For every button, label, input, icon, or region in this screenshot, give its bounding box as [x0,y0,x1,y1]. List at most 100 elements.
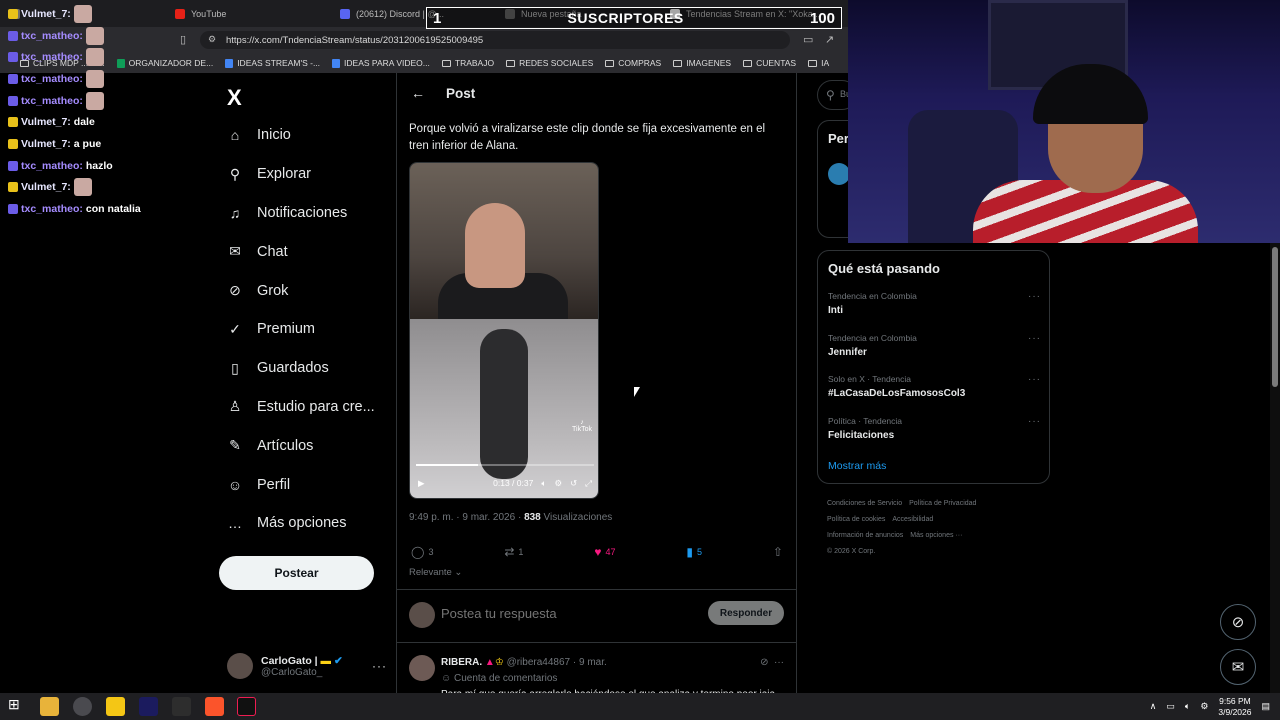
footer-links: Condiciones de Servicio Política de Priva… [827,496,1037,560]
scrollbar[interactable] [1270,243,1280,693]
video-player[interactable]: ♪ TikTok ▶ 0:13 / 0:37 🔈︎ ⚙ ↺ ⤢ [409,162,599,499]
person-icon: ☺ [227,476,243,493]
share-action[interactable]: ⇧ [773,545,783,559]
page-title: Post [446,86,476,101]
sidebar-item-chat[interactable]: ✉ Chat [227,232,375,271]
repost-action[interactable]: ⇄ 1 [504,545,523,559]
footer-link[interactable]: Política de Privacidad [909,500,976,507]
fullscreen-icon[interactable]: ⤢ [585,478,592,489]
site-info-icon[interactable]: ⚙ [208,34,216,45]
premiere-icon[interactable] [139,697,158,716]
verified-icon: ✓ [229,320,241,337]
messages-fab[interactable]: ✉ [1220,649,1256,685]
capcut-icon[interactable] [172,697,191,716]
chat-username: txc_matheo: [21,29,83,42]
play-icon[interactable]: ▶ [418,478,425,489]
volume-icon[interactable]: 🔈︎ [1185,701,1190,712]
trend-item[interactable]: Política · Tendencia Felicitaciones ··· [828,416,1041,452]
avatar [227,653,253,679]
footer-link[interactable]: Accesibilidad [892,516,933,523]
bookmark-item[interactable]: IMAGENES [673,58,731,68]
bookmark-item[interactable]: IDEAS PARA VIDEO... [332,58,430,68]
chat-text: dale [73,116,95,129]
settings-icon[interactable]: ⚙ [554,478,562,489]
reply-action[interactable]: ◯ 3 [411,545,433,559]
bookmark-action[interactable]: ▮ 5 [686,545,702,559]
like-action[interactable]: ♥ 47 [594,545,615,559]
sort-dropdown[interactable]: Relevante ⌄ [409,567,462,578]
sidebar-item-ms[interactable]: … Más opciones [227,504,375,543]
footer-link[interactable]: © 2026 X Corp. [827,548,875,555]
clock[interactable]: 9:56 PM 3/9/2026 [1218,696,1251,718]
bookmark-item[interactable]: TRABAJO [441,58,494,68]
reply-menu[interactable]: ⊘ ··· [760,657,784,668]
avatar[interactable] [828,163,850,185]
more-icon[interactable]: ··· [1028,291,1041,302]
sidebar-item-label: Grok [257,282,289,299]
trend-item[interactable]: Solo en X · Tendencia #LaCasaDeLosFamosos… [828,374,1041,410]
url-field[interactable]: ⚙ https://x.com/TndenciaStream/status/20… [200,31,790,49]
sidebar-item-explorar[interactable]: ⚲ Explorar [227,155,375,194]
bookmark-item[interactable]: IDEAS STREAM'S -... [225,58,320,68]
sidebar-item-notificaciones[interactable]: ♫ Notificaciones [227,194,375,233]
more-icon[interactable]: ··· [1028,416,1041,427]
file-explorer-icon[interactable] [40,697,59,716]
tab-favicon-icon [340,8,350,19]
network-icon[interactable]: ▭ [1166,701,1175,712]
trend-name: #LaCasaDeLosFamososCol3 [828,388,966,399]
sidebar-item-inicio[interactable]: ⌂ Inicio [227,116,375,155]
show-more-link[interactable]: Mostrar más [828,460,886,472]
emote-icon [85,48,104,67]
notification-icon[interactable]: ▤ [1261,701,1270,712]
reply-input[interactable] [441,606,691,621]
sidebar-item-guardados[interactable]: ▯ Guardados [227,349,375,388]
obs-icon[interactable] [73,697,92,716]
chevron-up-icon[interactable]: ∧ [1150,701,1157,712]
footer-link[interactable]: Más opciones ··· [910,532,962,539]
chat-message: txc_matheo: hazlo [8,155,208,177]
post-actions: ◯ 3 ⇄ 1 ♥ 47 ▮ 5 ⇧ [411,545,783,559]
grok-fab[interactable]: ⊘ [1220,604,1256,640]
sidebar-item-estudio[interactable]: ♙ Estudio para cre... [227,388,375,427]
footer-link[interactable]: Condiciones de Servicio [827,500,902,507]
replay-icon[interactable]: ↺ [570,478,577,489]
trend-name: Inti [828,305,843,316]
share-icon[interactable]: ↗ [825,33,834,46]
sidebar-item-artculos[interactable]: ✎ Artículos [227,426,375,465]
bookmark-item[interactable]: COMPRAS [605,58,661,68]
badge-icon [8,95,18,106]
x-logo[interactable]: X [227,85,242,111]
footer-link[interactable]: Política de cookies [827,516,885,523]
more-icon[interactable]: ··· [1028,374,1041,385]
tiktok-icon[interactable] [237,697,256,716]
bookmark-label: IA [821,58,830,68]
sidebar-item-premium[interactable]: ✓ Premium [227,310,375,349]
back-arrow-icon[interactable]: ← [411,85,425,101]
account-switcher[interactable]: CarloGato | ▬ ✔ @CarloGato_ ··· [227,648,387,684]
brave-icon[interactable] [205,697,224,716]
trend-item[interactable]: Tendencia en Colombia Jennifer ··· [828,333,1041,369]
sidebar-item-label: Más opciones [257,515,347,532]
bookmark-item[interactable]: IA [808,58,829,68]
avatar[interactable] [409,655,435,681]
post-button[interactable]: Postear [219,556,374,590]
trend-item[interactable]: Tendencia en Colombia Inti ··· [828,291,1041,327]
chat-text: a pue [73,137,102,150]
sidebar-item-grok[interactable]: ⊘ Grok [227,271,375,310]
reply-button[interactable]: Responder [708,601,784,625]
notes-icon[interactable] [106,697,125,716]
video-progress-bar[interactable] [416,464,594,466]
document-icon [225,58,234,68]
sidebar-item-perfil[interactable]: ☺ Perfil [227,465,375,504]
windows-start-icon[interactable]: ⊞ [8,696,27,715]
more-icon[interactable]: ··· [1028,333,1041,344]
screen-cast-icon[interactable]: ▭ [803,33,813,46]
footer-link[interactable]: Información de anuncios [827,532,903,539]
bookmark-item[interactable]: REDES SOCIALES [506,58,593,68]
bookmark-item[interactable]: CUENTAS [743,58,796,68]
more-icon[interactable]: ··· [372,659,387,673]
sidebar-item-label: Inicio [257,127,291,144]
settings-icon[interactable]: ⚙ [1200,701,1208,712]
sidebar-item-label: Premium [257,321,316,338]
volume-icon[interactable]: 🔈︎ [541,478,546,489]
